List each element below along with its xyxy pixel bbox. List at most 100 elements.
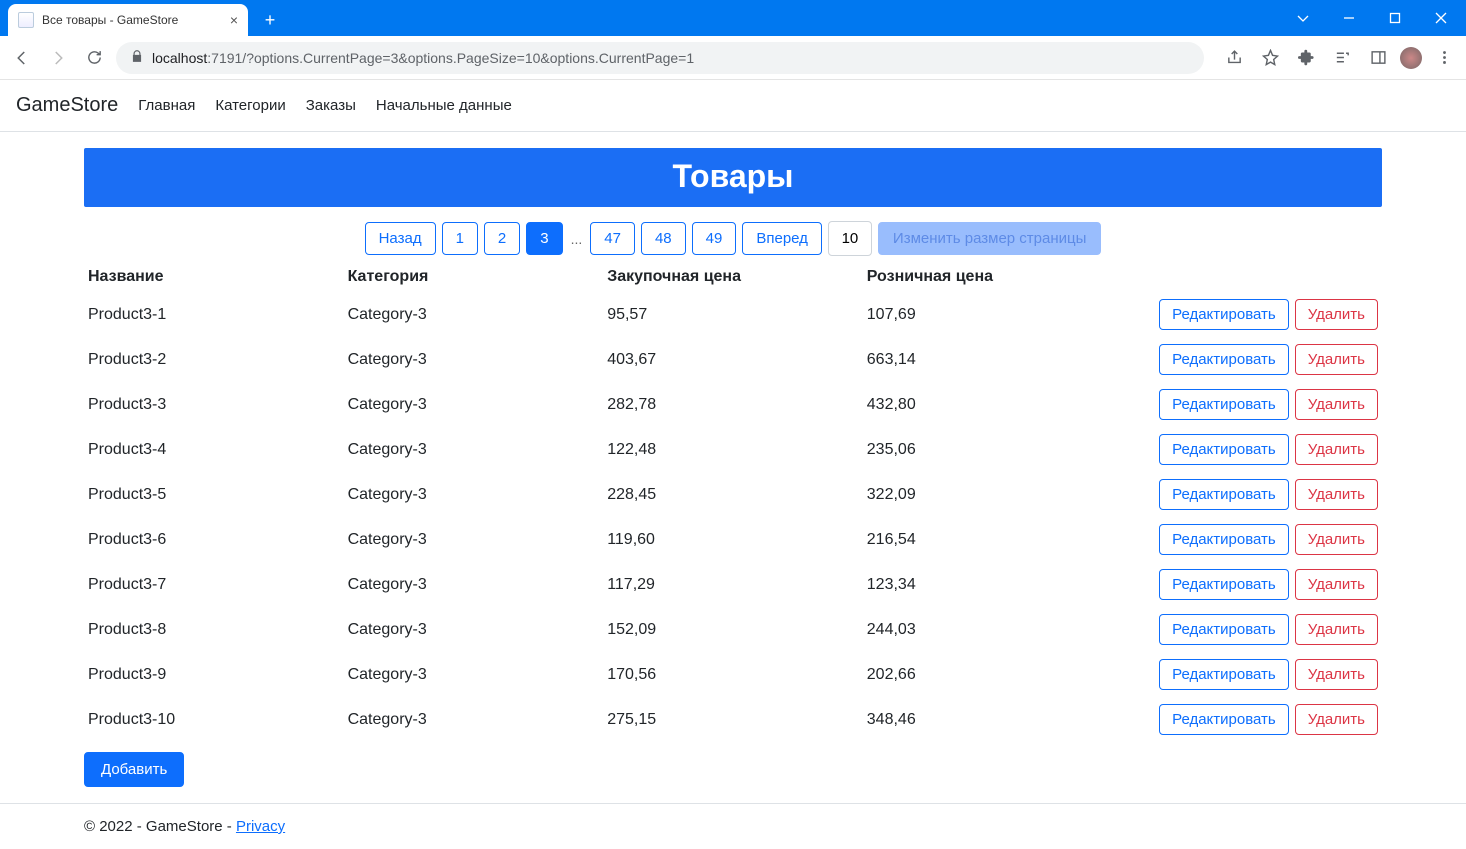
page-size-input[interactable] <box>828 221 872 256</box>
tab-strip: Все товары - GameStore × + <box>0 0 1280 36</box>
table-row: Product3-5Category-3228,45322,09Редактир… <box>84 472 1382 517</box>
cell-retail: 107,69 <box>863 292 1123 337</box>
browser-tab[interactable]: Все товары - GameStore × <box>8 4 248 36</box>
close-tab-icon[interactable]: × <box>230 12 238 28</box>
back-button[interactable] <box>8 44 36 72</box>
maximize-button[interactable] <box>1372 0 1418 36</box>
cell-category: Category-3 <box>344 472 604 517</box>
table-row: Product3-10Category-3275,15348,46Редакти… <box>84 697 1382 742</box>
edit-button[interactable]: Редактировать <box>1159 704 1289 735</box>
cell-name: Product3-8 <box>84 607 344 652</box>
change-page-size-button[interactable]: Изменить размер страницы <box>878 222 1101 255</box>
cell-purchase: 228,45 <box>603 472 863 517</box>
table-row: Product3-1Category-395,57107,69Редактиро… <box>84 292 1382 337</box>
menu-icon[interactable] <box>1430 44 1458 72</box>
cell-retail: 432,80 <box>863 382 1123 427</box>
page-47-button[interactable]: 47 <box>590 222 635 255</box>
edit-button[interactable]: Редактировать <box>1159 389 1289 420</box>
minimize-button[interactable] <box>1326 0 1372 36</box>
sidepanel-icon[interactable] <box>1364 44 1392 72</box>
cell-purchase: 122,48 <box>603 427 863 472</box>
page-48-button[interactable]: 48 <box>641 222 686 255</box>
products-table: Название Категория Закупочная цена Розни… <box>84 266 1382 742</box>
nav-link-seed[interactable]: Начальные данные <box>376 97 512 114</box>
footer: © 2022 - GameStore - Privacy <box>0 803 1466 849</box>
cell-retail: 202,66 <box>863 652 1123 697</box>
cell-purchase: 275,15 <box>603 697 863 742</box>
edit-button[interactable]: Редактировать <box>1159 344 1289 375</box>
privacy-link[interactable]: Privacy <box>236 818 285 835</box>
page-title: Товары <box>84 148 1382 207</box>
profile-avatar[interactable] <box>1400 47 1422 69</box>
cell-category: Category-3 <box>344 517 604 562</box>
star-icon[interactable] <box>1256 44 1284 72</box>
page-3-button[interactable]: 3 <box>526 222 562 255</box>
cell-category: Category-3 <box>344 382 604 427</box>
delete-button[interactable]: Удалить <box>1295 659 1378 690</box>
edit-button[interactable]: Редактировать <box>1159 614 1289 645</box>
media-icon[interactable] <box>1328 44 1356 72</box>
nav-link-home[interactable]: Главная <box>138 97 195 114</box>
col-category: Категория <box>344 266 604 292</box>
edit-button[interactable]: Редактировать <box>1159 479 1289 510</box>
address-bar[interactable]: localhost:7191/?options.CurrentPage=3&op… <box>116 42 1204 74</box>
nav-link-orders[interactable]: Заказы <box>306 97 356 114</box>
delete-button[interactable]: Удалить <box>1295 614 1378 645</box>
edit-button[interactable]: Редактировать <box>1159 659 1289 690</box>
delete-button[interactable]: Удалить <box>1295 389 1378 420</box>
nav-link-categories[interactable]: Категории <box>215 97 285 114</box>
cell-retail: 663,14 <box>863 337 1123 382</box>
cell-name: Product3-4 <box>84 427 344 472</box>
cell-purchase: 119,60 <box>603 517 863 562</box>
close-window-button[interactable] <box>1418 0 1464 36</box>
edit-button[interactable]: Редактировать <box>1159 569 1289 600</box>
add-button[interactable]: Добавить <box>84 752 184 787</box>
cell-retail: 244,03 <box>863 607 1123 652</box>
table-row: Product3-8Category-3152,09244,03Редактир… <box>84 607 1382 652</box>
page-49-button[interactable]: 49 <box>692 222 737 255</box>
page-back-button[interactable]: Назад <box>365 222 436 255</box>
window-title-bar: Все товары - GameStore × + <box>0 0 1466 36</box>
cell-retail: 216,54 <box>863 517 1123 562</box>
delete-button[interactable]: Удалить <box>1295 344 1378 375</box>
cell-purchase: 152,09 <box>603 607 863 652</box>
edit-button[interactable]: Редактировать <box>1159 434 1289 465</box>
page-1-button[interactable]: 1 <box>442 222 478 255</box>
delete-button[interactable]: Удалить <box>1295 524 1378 555</box>
delete-button[interactable]: Удалить <box>1295 704 1378 735</box>
delete-button[interactable]: Удалить <box>1295 479 1378 510</box>
col-name: Название <box>84 266 344 292</box>
new-tab-button[interactable]: + <box>256 6 284 34</box>
cell-category: Category-3 <box>344 652 604 697</box>
page-2-button[interactable]: 2 <box>484 222 520 255</box>
table-row: Product3-2Category-3403,67663,14Редактир… <box>84 337 1382 382</box>
table-row: Product3-7Category-3117,29123,34Редактир… <box>84 562 1382 607</box>
favicon-icon <box>18 12 34 28</box>
pagination: Назад 1 2 3 ... 47 48 49 Вперед Изменить… <box>84 221 1382 256</box>
forward-button[interactable] <box>44 44 72 72</box>
cell-name: Product3-9 <box>84 652 344 697</box>
page-content: GameStore Главная Категории Заказы Начал… <box>0 80 1466 849</box>
delete-button[interactable]: Удалить <box>1295 569 1378 600</box>
chevron-down-icon[interactable] <box>1280 0 1326 36</box>
table-row: Product3-4Category-3122,48235,06Редактир… <box>84 427 1382 472</box>
brand[interactable]: GameStore <box>16 94 118 117</box>
cell-retail: 348,46 <box>863 697 1123 742</box>
col-purchase: Закупочная цена <box>603 266 863 292</box>
cell-name: Product3-7 <box>84 562 344 607</box>
delete-button[interactable]: Удалить <box>1295 434 1378 465</box>
cell-category: Category-3 <box>344 562 604 607</box>
cell-name: Product3-10 <box>84 697 344 742</box>
table-row: Product3-6Category-3119,60216,54Редактир… <box>84 517 1382 562</box>
edit-button[interactable]: Редактировать <box>1159 299 1289 330</box>
tab-title: Все товары - GameStore <box>42 13 222 27</box>
page-forward-button[interactable]: Вперед <box>742 222 822 255</box>
cell-purchase: 95,57 <box>603 292 863 337</box>
cell-name: Product3-5 <box>84 472 344 517</box>
delete-button[interactable]: Удалить <box>1295 299 1378 330</box>
window-controls <box>1280 0 1464 36</box>
share-icon[interactable] <box>1220 44 1248 72</box>
extensions-icon[interactable] <box>1292 44 1320 72</box>
edit-button[interactable]: Редактировать <box>1159 524 1289 555</box>
reload-button[interactable] <box>80 44 108 72</box>
